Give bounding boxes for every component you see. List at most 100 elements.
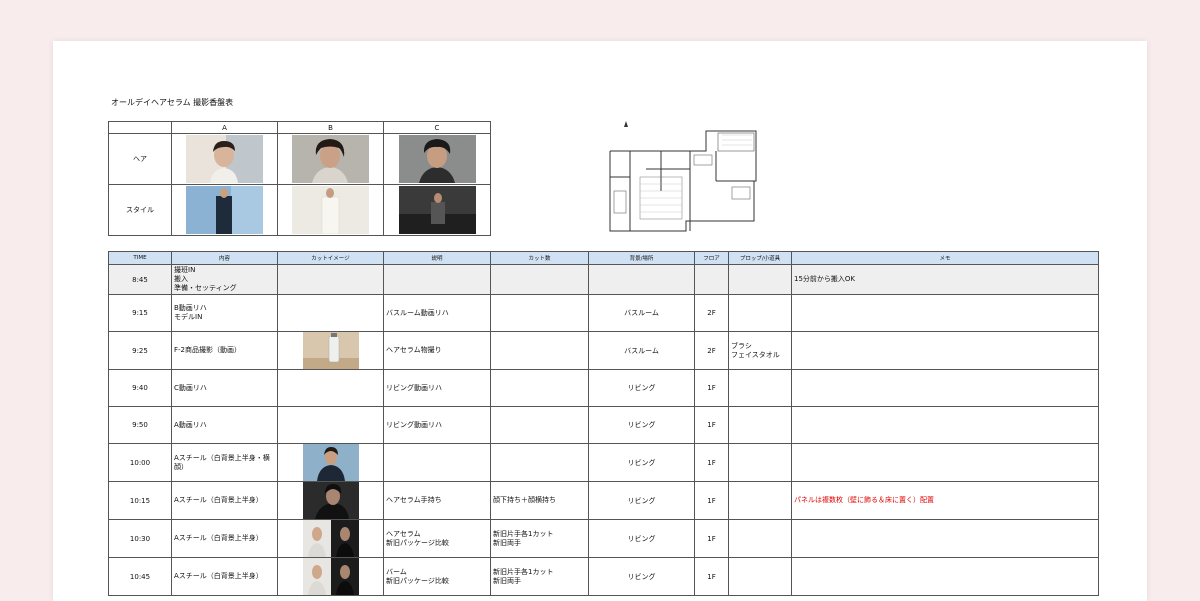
memo-cell bbox=[791, 369, 1099, 407]
floor-cell: 1F bbox=[694, 406, 729, 444]
time-cell: 9:15 bbox=[108, 294, 172, 332]
props-cell bbox=[728, 519, 792, 558]
content-cell: 撮班IN 搬入 準備・セッティング bbox=[171, 264, 278, 295]
floor-cell: 1F bbox=[694, 443, 729, 482]
header-props: プロップ/小道具 bbox=[728, 251, 792, 265]
floor-cell bbox=[694, 264, 729, 295]
header-cut-count: カット数 bbox=[490, 251, 589, 265]
cut-image-thumbnail bbox=[302, 444, 359, 481]
floor-cell: 1F bbox=[694, 481, 729, 520]
time-cell: 9:40 bbox=[108, 369, 172, 407]
time-cell: 10:15 bbox=[108, 481, 172, 520]
props-cell: ブラシ フェイスタオル bbox=[728, 331, 792, 370]
header-floor: フロア bbox=[694, 251, 729, 265]
floor-cell: 1F bbox=[694, 519, 729, 558]
cut-image-cell bbox=[277, 557, 384, 596]
description-cell: リビング動画リハ bbox=[383, 406, 491, 444]
header-description: 説明 bbox=[383, 251, 491, 265]
cut-image-cell bbox=[277, 406, 384, 444]
cut-count-cell: 顔下持ち＋顔横持ち bbox=[490, 481, 589, 520]
grid-col-header: C bbox=[383, 121, 491, 134]
cut-count-cell bbox=[490, 443, 589, 482]
content-cell: C動画リハ bbox=[171, 369, 278, 407]
floor-cell: 1F bbox=[694, 557, 729, 596]
grid-col-header: B bbox=[277, 121, 384, 134]
schedule-row: 10:00 Aスチール（白背景上半身・横 顔） リビング 1F bbox=[108, 443, 1099, 482]
schedule-row: 9:15 B動画リハ モデルIN バスルーム動画リハ バスルーム 2F bbox=[108, 294, 1099, 332]
floor-cell: 1F bbox=[694, 369, 729, 407]
time-cell: 10:00 bbox=[108, 443, 172, 482]
header-time: TIME bbox=[108, 251, 172, 265]
grid-col-header: A bbox=[171, 121, 278, 134]
description-cell: バーム 新旧パッケージ比較 bbox=[383, 557, 491, 596]
location-cell: リビング bbox=[588, 557, 695, 596]
document-sheet: オールデイヘアセラム 撮影香盤表 A B C ヘア スタイル TIME 内容 カ… bbox=[53, 41, 1147, 601]
schedule-row: 9:40 C動画リハ リビング動画リハ リビング 1F bbox=[108, 369, 1099, 407]
memo-cell bbox=[791, 519, 1099, 558]
description-cell: ヘアセラム物撮り bbox=[383, 331, 491, 370]
time-cell: 9:25 bbox=[108, 331, 172, 370]
props-cell bbox=[728, 406, 792, 444]
memo-cell bbox=[791, 406, 1099, 444]
time-cell: 8:45 bbox=[108, 264, 172, 295]
props-cell bbox=[728, 443, 792, 482]
location-cell: リビング bbox=[588, 443, 695, 482]
location-cell: バスルーム bbox=[588, 331, 695, 370]
cut-image-cell bbox=[277, 481, 384, 520]
cut-image-cell bbox=[277, 294, 384, 332]
memo-cell bbox=[791, 557, 1099, 596]
cut-count-cell bbox=[490, 406, 589, 444]
hair-photo-b bbox=[277, 133, 384, 185]
location-cell bbox=[588, 264, 695, 295]
content-cell: Aスチール（白背景上半身・横 顔） bbox=[171, 443, 278, 482]
time-cell: 9:50 bbox=[108, 406, 172, 444]
header-location: 背景/場所 bbox=[588, 251, 695, 265]
time-cell: 10:30 bbox=[108, 519, 172, 558]
props-cell bbox=[728, 294, 792, 332]
memo-cell: パネルは複数枚（壁に飾る＆床に置く）配置 bbox=[791, 481, 1099, 520]
grid-row-label: ヘア bbox=[108, 133, 172, 185]
memo-cell: 15分前から搬入OK bbox=[791, 264, 1099, 295]
style-photo-c bbox=[383, 184, 491, 236]
floor-plan-image bbox=[609, 121, 757, 232]
style-reference-table: A B C ヘア スタイル bbox=[108, 121, 491, 236]
content-cell: Aスチール（白背景上半身） bbox=[171, 519, 278, 558]
cut-image-cell bbox=[277, 443, 384, 482]
cut-count-cell bbox=[490, 264, 589, 295]
props-cell bbox=[728, 557, 792, 596]
cut-count-cell: 新旧片手各1カット 新旧両手 bbox=[490, 519, 589, 558]
header-memo: メモ bbox=[791, 251, 1099, 265]
grid-corner-cell bbox=[108, 121, 172, 134]
style-photo-b bbox=[277, 184, 384, 236]
content-cell: A動画リハ bbox=[171, 406, 278, 444]
cut-count-cell bbox=[490, 331, 589, 370]
cut-image-cell bbox=[277, 331, 384, 370]
cut-image-cell bbox=[277, 369, 384, 407]
props-cell bbox=[728, 264, 792, 295]
content-cell: Aスチール（白背景上半身） bbox=[171, 557, 278, 596]
grid-row-label: スタイル bbox=[108, 184, 172, 236]
cut-image-thumbnail bbox=[302, 558, 359, 595]
content-cell: F-2商品撮影（動画） bbox=[171, 331, 278, 370]
cut-count-cell bbox=[490, 369, 589, 407]
header-cut-image: カットイメージ bbox=[277, 251, 384, 265]
cut-image-thumbnail bbox=[302, 482, 359, 519]
description-cell bbox=[383, 443, 491, 482]
schedule-row: 9:25 F-2商品撮影（動画） ヘアセラム物撮り バスルーム 2F ブラシ フェイスタオ… bbox=[108, 331, 1099, 370]
floor-cell: 2F bbox=[694, 331, 729, 370]
style-photo-a bbox=[171, 184, 278, 236]
memo-cell bbox=[791, 294, 1099, 332]
description-cell bbox=[383, 264, 491, 295]
content-cell: Aスチール（白背景上半身） bbox=[171, 481, 278, 520]
document-title: オールデイヘアセラム 撮影香盤表 bbox=[111, 98, 234, 107]
memo-cell bbox=[791, 443, 1099, 482]
schedule-row: 10:30 Aスチール（白背景上半身） ヘアセラム 新旧パッケージ比較 新旧片手各1カ… bbox=[108, 519, 1099, 558]
schedule-row: 10:45 Aスチール（白背景上半身） バーム 新旧パッケージ比較 新旧片手各1カット… bbox=[108, 557, 1099, 596]
props-cell bbox=[728, 369, 792, 407]
cut-image-cell bbox=[277, 519, 384, 558]
location-cell: リビング bbox=[588, 369, 695, 407]
location-cell: リビング bbox=[588, 519, 695, 558]
cut-image-thumbnail bbox=[302, 520, 359, 557]
header-content: 内容 bbox=[171, 251, 278, 265]
location-cell: バスルーム bbox=[588, 294, 695, 332]
